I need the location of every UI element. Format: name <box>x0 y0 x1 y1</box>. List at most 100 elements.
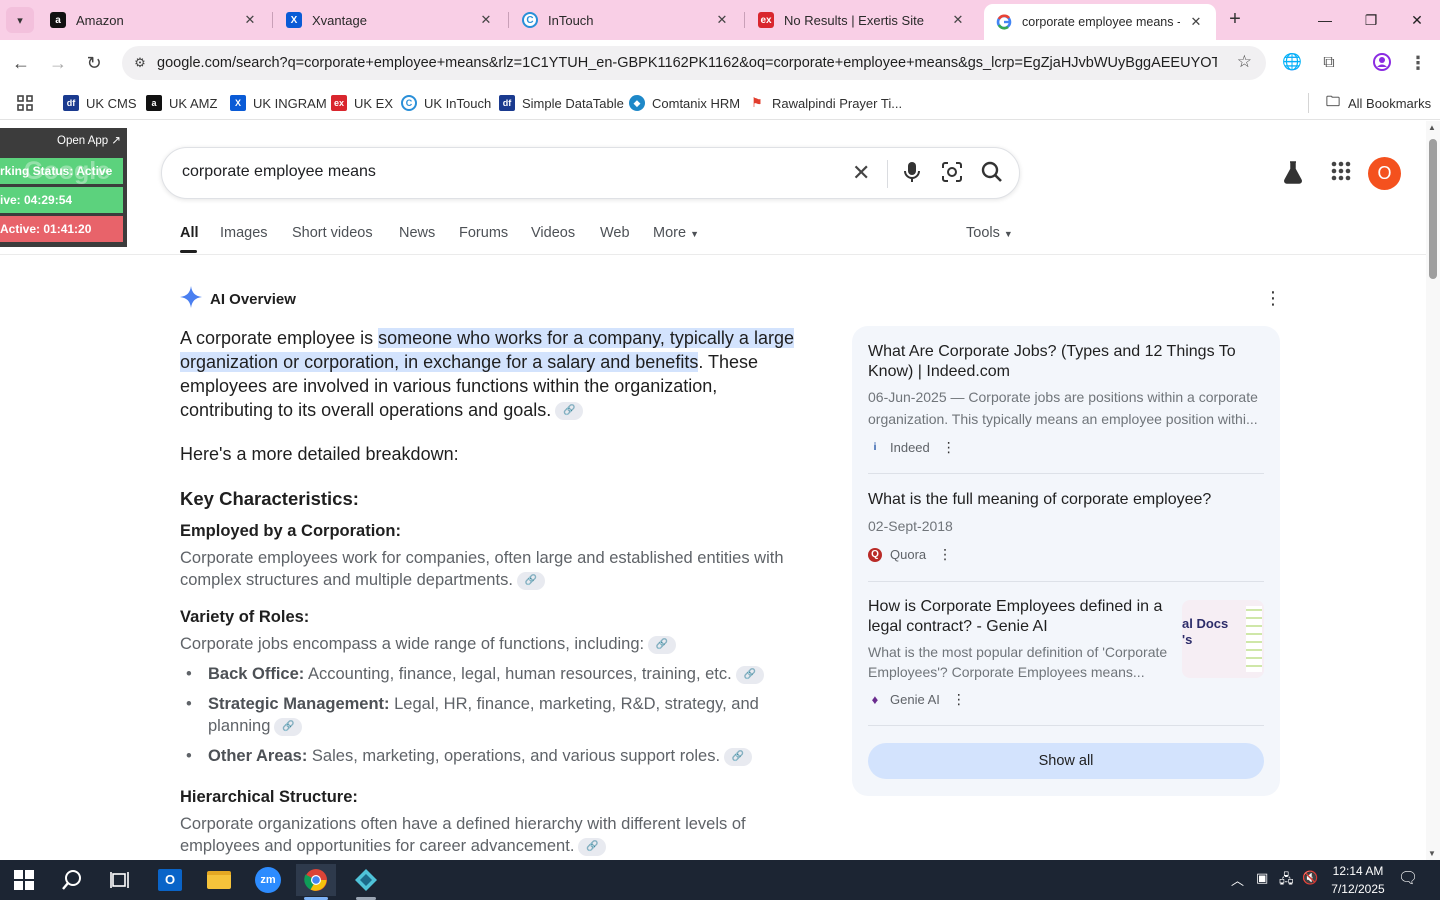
profile-icon[interactable] <box>1371 52 1393 74</box>
new-tab-button[interactable]: + <box>1222 8 1248 32</box>
address-bar[interactable]: ⚙ google.com/search?q=corporate+employee… <box>122 46 1266 80</box>
link-icon[interactable]: 🔗 <box>735 665 764 684</box>
tab-more[interactable]: More ▼ <box>653 225 699 241</box>
task-view-icon[interactable] <box>100 864 140 896</box>
site-info-icon[interactable]: ⚙ <box>128 51 152 75</box>
close-icon[interactable]: ✕ <box>950 12 966 28</box>
restore-button[interactable]: ❐ <box>1356 8 1386 32</box>
tab-search-button[interactable]: ▾ <box>6 7 34 33</box>
bookmark-label: UK INGRAM <box>253 95 327 111</box>
bookmark-uk-amz[interactable]: a UK AMZ <box>146 92 217 114</box>
volume-muted-icon[interactable]: 🔇 <box>1302 870 1318 886</box>
source-more-icon[interactable]: ⋮ <box>938 546 952 563</box>
scroll-up-icon[interactable]: ▲ <box>1428 123 1436 132</box>
bookmark-uk-intouch[interactable]: C UK InTouch <box>401 92 491 114</box>
tab-videos[interactable]: Videos <box>531 225 575 241</box>
tab-exertis[interactable]: ex No Results | Exertis Site ✕ <box>746 0 978 40</box>
link-icon[interactable]: 🔗 <box>578 837 607 856</box>
search-icon[interactable] <box>979 160 1005 186</box>
clear-search-icon[interactable]: ✕ <box>852 160 870 186</box>
comtanix-icon: ◆ <box>629 95 645 111</box>
close-icon[interactable]: ✕ <box>714 12 730 28</box>
file-explorer-icon[interactable] <box>199 864 239 896</box>
datatable-icon: df <box>499 95 515 111</box>
close-icon[interactable]: ✕ <box>1188 14 1204 30</box>
link-icon[interactable]: 🔗 <box>648 635 677 654</box>
source-title-link[interactable]: How is Corporate Employees defined in a … <box>868 597 1162 637</box>
scrollbar-thumb[interactable] <box>1429 139 1437 279</box>
forward-button[interactable]: → <box>45 50 71 76</box>
minimize-button[interactable]: — <box>1310 8 1340 32</box>
scroll-down-icon[interactable]: ▼ <box>1428 849 1436 858</box>
apps-grid-icon[interactable] <box>17 92 33 114</box>
lens-search-icon[interactable] <box>939 160 965 186</box>
windows-start-icon[interactable] <box>4 864 44 896</box>
tab-all[interactable]: All <box>180 225 199 241</box>
chrome-icon[interactable] <box>296 864 336 900</box>
voice-search-icon[interactable] <box>899 160 925 186</box>
notifications-icon[interactable]: 🗨 <box>1398 868 1418 888</box>
google-apps-icon[interactable] <box>1328 160 1354 186</box>
tab-forums[interactable]: Forums <box>459 225 508 241</box>
source-more-icon[interactable]: ⋮ <box>942 439 956 456</box>
reload-button[interactable]: ↻ <box>81 50 107 76</box>
tools-button[interactable]: Tools ▼ <box>966 225 1013 241</box>
menu-kebab-icon[interactable]: ⋮ <box>1407 52 1429 74</box>
intouch-icon: C <box>401 95 417 111</box>
link-icon[interactable]: 🔗 <box>274 717 303 736</box>
bullet-text: Accounting, finance, legal, human resour… <box>304 665 732 683</box>
system-clock[interactable]: 12:14 AM 7/12/2025 <box>1330 862 1386 898</box>
source-thumbnail[interactable]: al Docs 's <box>1182 600 1264 678</box>
translate-icon[interactable]: 🌐 <box>1281 52 1303 74</box>
bookmark-uk-cms[interactable]: df UK CMS <box>63 92 137 114</box>
bookmark-uk-ex[interactable]: ex UK EX <box>331 92 393 114</box>
bookmark-prayer-times[interactable]: ⚑ Rawalpindi Prayer Ti... <box>749 92 902 114</box>
ai-overview-more-icon[interactable]: ⋮ <box>1264 288 1282 309</box>
link-icon[interactable]: 🔗 <box>724 747 753 766</box>
active-time-bar: ive: 04:29:54 <box>0 187 123 213</box>
link-icon[interactable]: 🔗 <box>516 571 545 590</box>
back-button[interactable]: ← <box>8 50 34 76</box>
tab-google-search[interactable]: corporate employee means - G ✕ <box>984 4 1216 40</box>
zoom-icon[interactable]: zm <box>248 864 288 896</box>
close-window-button[interactable]: ✕ <box>1402 8 1432 32</box>
working-status-bar: rking Status: Active Google <box>0 158 123 184</box>
bookmark-comtanix-hrm[interactable]: ◆ Comtanix HRM <box>629 92 740 114</box>
tab-short-videos[interactable]: Short videos <box>292 225 373 241</box>
close-icon[interactable]: ✕ <box>478 12 494 28</box>
link-icon[interactable]: 🔗 <box>555 402 584 421</box>
bookmark-simple-datatable[interactable]: df Simple DataTable <box>499 92 624 114</box>
all-bookmarks-button[interactable]: 🗀 All Bookmarks <box>1325 92 1431 114</box>
app-diamond-icon[interactable] <box>346 864 386 900</box>
network-icon[interactable]: 🖧 <box>1279 870 1294 892</box>
section-body-text: Corporate organizations often have a def… <box>180 815 746 855</box>
open-app-link[interactable]: Open App ↗ <box>57 133 121 147</box>
url-text[interactable]: google.com/search?q=corporate+employee+m… <box>157 55 1217 71</box>
show-all-button[interactable]: Show all <box>868 743 1264 779</box>
tab-xvantage[interactable]: X Xvantage ✕ <box>274 0 506 40</box>
bookmark-label: Comtanix HRM <box>652 95 741 111</box>
outlook-icon[interactable]: O <box>150 864 190 896</box>
source-title-link[interactable]: What Are Corporate Jobs? (Types and 12 T… <box>868 342 1264 382</box>
search-box[interactable]: corporate employee means ✕ <box>161 147 1020 199</box>
extensions-icon[interactable]: ⧉ <box>1318 52 1340 74</box>
list-item: • Strategic Management: Legal, HR, finan… <box>186 695 759 736</box>
tab-news[interactable]: News <box>399 225 435 241</box>
search-icon[interactable] <box>52 864 92 896</box>
tray-app-icon[interactable]: ▣ <box>1256 870 1268 886</box>
tab-amazon[interactable]: a Amazon ✕ <box>38 0 270 40</box>
source-title-link[interactable]: What is the full meaning of corporate em… <box>868 490 1264 510</box>
tab-images[interactable]: Images <box>220 225 268 241</box>
page-scrollbar[interactable]: ▲ ▼ <box>1426 121 1440 860</box>
tray-chevron-icon[interactable]: ︿ <box>1231 870 1244 889</box>
bookmark-star-icon[interactable]: ☆ <box>1237 52 1252 72</box>
xvantage-icon: X <box>286 12 302 28</box>
bookmark-uk-ingram[interactable]: X UK INGRAM <box>230 92 327 114</box>
search-input[interactable]: corporate employee means <box>182 163 376 181</box>
labs-flask-icon[interactable] <box>1280 160 1306 186</box>
tab-intouch[interactable]: C InTouch ✕ <box>510 0 742 40</box>
account-avatar[interactable]: O <box>1368 157 1401 190</box>
source-more-icon[interactable]: ⋮ <box>952 691 966 708</box>
close-icon[interactable]: ✕ <box>242 12 258 28</box>
tab-web[interactable]: Web <box>600 225 630 241</box>
